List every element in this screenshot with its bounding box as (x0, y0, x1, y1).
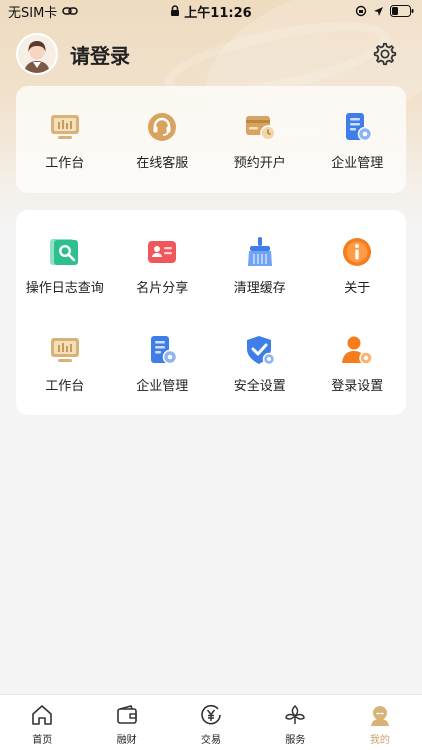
quick-item-workbench[interactable]: 工作台 (16, 86, 114, 193)
tool-item-clear-cache[interactable]: 清理缓存 (211, 210, 309, 308)
lock-icon (171, 5, 180, 16)
tab-label: 服务 (285, 735, 306, 746)
status-time: 上午11:26 (184, 5, 252, 21)
user-icon (370, 706, 389, 726)
quick-item-label: 企业管理 (331, 156, 384, 171)
info-icon (343, 238, 372, 266)
link-icon (62, 7, 79, 15)
quick-item-appointment[interactable]: 预约开户 (211, 86, 309, 193)
quick-actions-card: 工作台 在线客服 预约开户 企业管理 (16, 86, 406, 193)
building-gear-icon (346, 113, 373, 142)
tool-item-label: 安全设置 (233, 379, 286, 394)
quick-item-online-service[interactable]: 在线客服 (114, 86, 212, 193)
tab-label: 首页 (32, 735, 53, 746)
tool-item-label: 操作日志查询 (25, 281, 104, 296)
tab-finance[interactable]: 融财 (84, 695, 168, 750)
tool-item-label: 名片分享 (136, 281, 189, 296)
log-search-icon (49, 239, 78, 265)
tool-item-label: 清理缓存 (233, 281, 286, 296)
status-bar: 无SIM卡 上午11:26 (0, 0, 422, 22)
orientation-lock-icon (355, 5, 367, 17)
tab-home[interactable]: 首页 (0, 695, 84, 750)
tab-label: 融财 (116, 735, 137, 746)
tab-label: 交易 (201, 735, 222, 746)
home-icon (32, 705, 53, 725)
tool-item-label: 关于 (344, 281, 371, 296)
monitor-icon (50, 338, 79, 362)
business-card-icon (148, 241, 177, 263)
user-gear-icon (342, 336, 373, 365)
monitor-icon (50, 115, 79, 139)
bottom-tab-bar: 首页 融财 交易 服务 我的 (0, 694, 422, 750)
tab-trade[interactable]: 交易 (169, 695, 253, 750)
tool-item-security[interactable]: 安全设置 (211, 308, 309, 406)
tool-item-label: 工作台 (45, 379, 85, 394)
wallet-icon (116, 705, 137, 724)
location-icon (374, 6, 383, 16)
gear-icon[interactable] (372, 41, 398, 67)
tool-item-login-settings[interactable]: 登录设置 (309, 308, 407, 406)
login-prompt[interactable]: 请登录 (70, 40, 130, 69)
battery-icon (390, 5, 414, 17)
quick-item-label: 在线客服 (136, 156, 189, 171)
quick-item-label: 预约开户 (233, 156, 286, 171)
broom-icon (247, 237, 272, 266)
carrier-text: 无SIM卡 (8, 5, 58, 21)
tool-item-card-share[interactable]: 名片分享 (114, 210, 212, 308)
card-clock-icon (245, 116, 276, 141)
tab-service[interactable]: 服务 (253, 695, 337, 750)
profile-header[interactable]: 请登录 (16, 32, 406, 76)
tool-item-workbench[interactable]: 工作台 (16, 308, 114, 406)
quick-item-enterprise[interactable]: 企业管理 (309, 86, 407, 193)
tools-card: 操作日志查询 名片分享 清理缓存 关于 工作台 企业管理 安全设置 登录设置 (16, 210, 406, 415)
shield-check-icon (246, 336, 275, 366)
tool-item-label: 登录设置 (331, 379, 384, 394)
customer-service-icon (148, 113, 177, 141)
avatar-icon (18, 35, 56, 73)
tool-item-about[interactable]: 关于 (309, 210, 407, 308)
tool-item-label: 企业管理 (136, 379, 189, 394)
building-gear-icon (151, 336, 178, 365)
avatar[interactable] (16, 33, 58, 75)
service-icon (285, 704, 306, 724)
tab-mine[interactable]: 我的 (338, 695, 422, 750)
tool-item-log-query[interactable]: 操作日志查询 (16, 210, 114, 308)
tab-label: 我的 (369, 735, 390, 746)
quick-item-label: 工作台 (45, 156, 85, 171)
tool-item-enterprise[interactable]: 企业管理 (114, 308, 212, 406)
yen-icon (201, 704, 221, 725)
